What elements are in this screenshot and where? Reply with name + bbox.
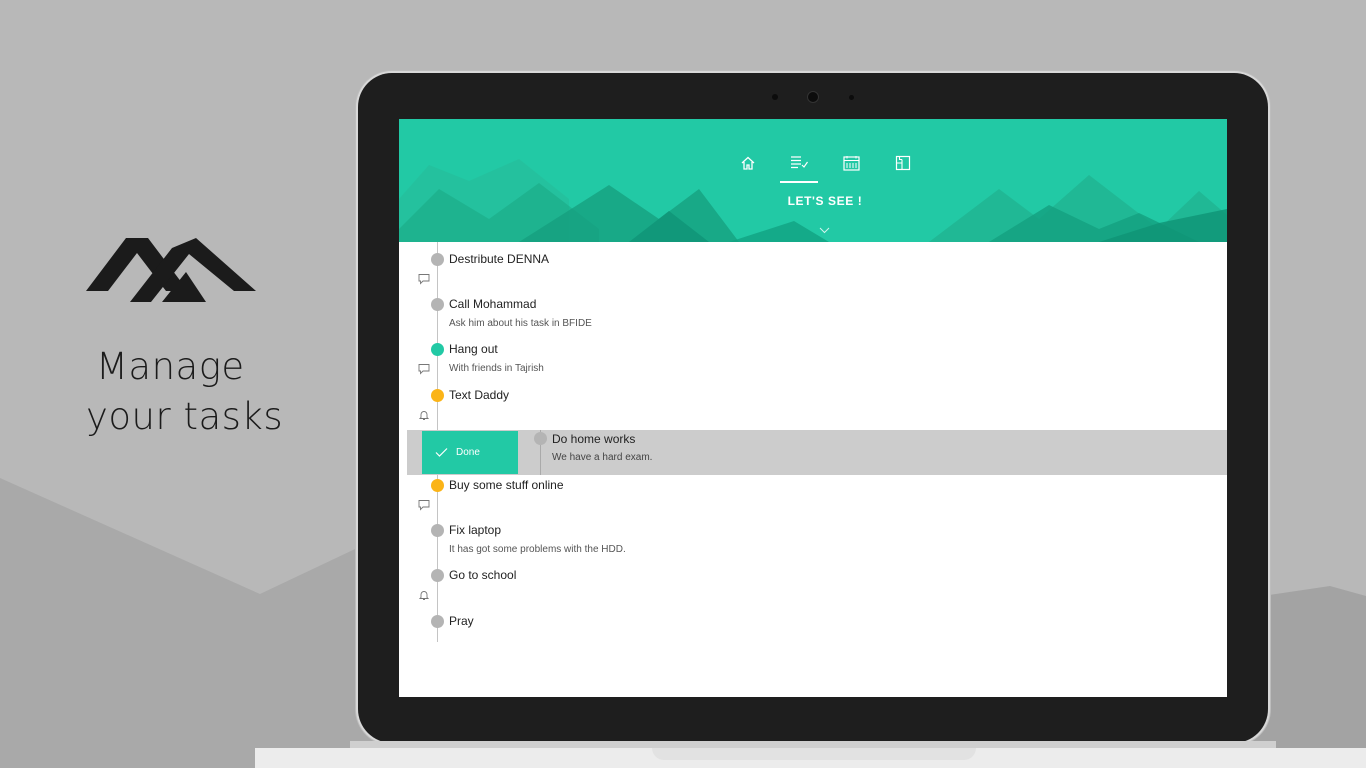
task-item[interactable]: Hang out With friends in Tajrish xyxy=(399,334,1227,379)
laptop-sensor xyxy=(772,94,778,100)
laptop-sensor xyxy=(849,95,854,100)
task-item[interactable]: Buy some stuff online xyxy=(399,470,1227,515)
task-item[interactable]: Go to school xyxy=(399,560,1227,605)
calendar-icon xyxy=(842,156,860,171)
done-button[interactable]: Done xyxy=(422,430,518,474)
task-note: Ask him about his task in BFIDE xyxy=(449,318,592,330)
comment-icon xyxy=(418,362,430,375)
app-screen: LET'S SEE ! Destribute DENNA Call Mohamma… xyxy=(399,119,1227,697)
laptop-notch xyxy=(652,748,976,760)
mountains-logo-icon xyxy=(86,238,256,302)
task-status-dot[interactable] xyxy=(431,479,444,492)
task-item[interactable]: Call Mohammad Ask him about his task in B… xyxy=(399,289,1227,334)
task-item[interactable]: Text Daddy xyxy=(399,380,1227,425)
task-title: Go to school xyxy=(449,568,517,583)
nav-calendar[interactable] xyxy=(832,147,870,183)
task-note: It has got some problems with the HDD. xyxy=(449,544,626,556)
bell-icon xyxy=(418,408,430,420)
task-status-dot[interactable] xyxy=(534,431,547,445)
checkmark-icon xyxy=(435,447,448,457)
header-banner: LET'S SEE ! xyxy=(399,119,1227,242)
task-title: Fix laptop xyxy=(449,523,502,538)
comment-icon xyxy=(418,272,430,285)
task-status-dot[interactable] xyxy=(431,614,444,628)
promo-line-1: Manage xyxy=(96,345,245,388)
chevron-down-icon[interactable] xyxy=(819,227,830,234)
task-title: Call Mohammad xyxy=(449,297,537,312)
task-list-icon xyxy=(791,156,808,169)
main-nav xyxy=(399,147,1227,183)
task-status-dot[interactable] xyxy=(431,569,444,583)
floor-plan-icon xyxy=(895,155,911,171)
task-title: Buy some stuff online xyxy=(449,478,564,492)
task-title: Hang out xyxy=(449,342,498,357)
bell-icon xyxy=(418,588,430,601)
task-status-dot[interactable] xyxy=(431,298,444,312)
task-title: Destribute DENNA xyxy=(449,252,550,266)
task-note: With friends in Tajrish xyxy=(449,363,544,375)
task-status-dot[interactable] xyxy=(431,343,444,357)
task-status-dot[interactable] xyxy=(431,524,444,538)
nav-tasks[interactable] xyxy=(780,147,818,183)
task-note: We have a hard exam. xyxy=(552,451,653,463)
nav-home[interactable] xyxy=(729,147,767,183)
task-item[interactable]: Fix laptop It has got some problems with … xyxy=(399,515,1227,560)
task-item-swiped[interactable]: Done Do home works We have a hard exam. xyxy=(407,429,1227,475)
task-status-dot[interactable] xyxy=(431,388,444,402)
task-status-dot[interactable] xyxy=(431,253,444,266)
task-title: Text Daddy xyxy=(449,387,510,402)
task-item[interactable]: Destribute DENNA xyxy=(399,244,1227,289)
nav-plan[interactable] xyxy=(884,147,922,183)
task-item[interactable]: Pray xyxy=(399,606,1227,651)
laptop-camera xyxy=(808,92,818,102)
comment-icon xyxy=(418,498,430,511)
header-title: LET'S SEE ! xyxy=(787,194,863,208)
task-title: Do home works xyxy=(552,431,636,446)
promo-line-2: your tasks xyxy=(86,395,284,438)
done-label: Done xyxy=(456,446,480,458)
promo-headline: Manage your tasks xyxy=(86,342,306,442)
home-icon xyxy=(741,156,755,170)
task-title: Pray xyxy=(449,613,474,628)
